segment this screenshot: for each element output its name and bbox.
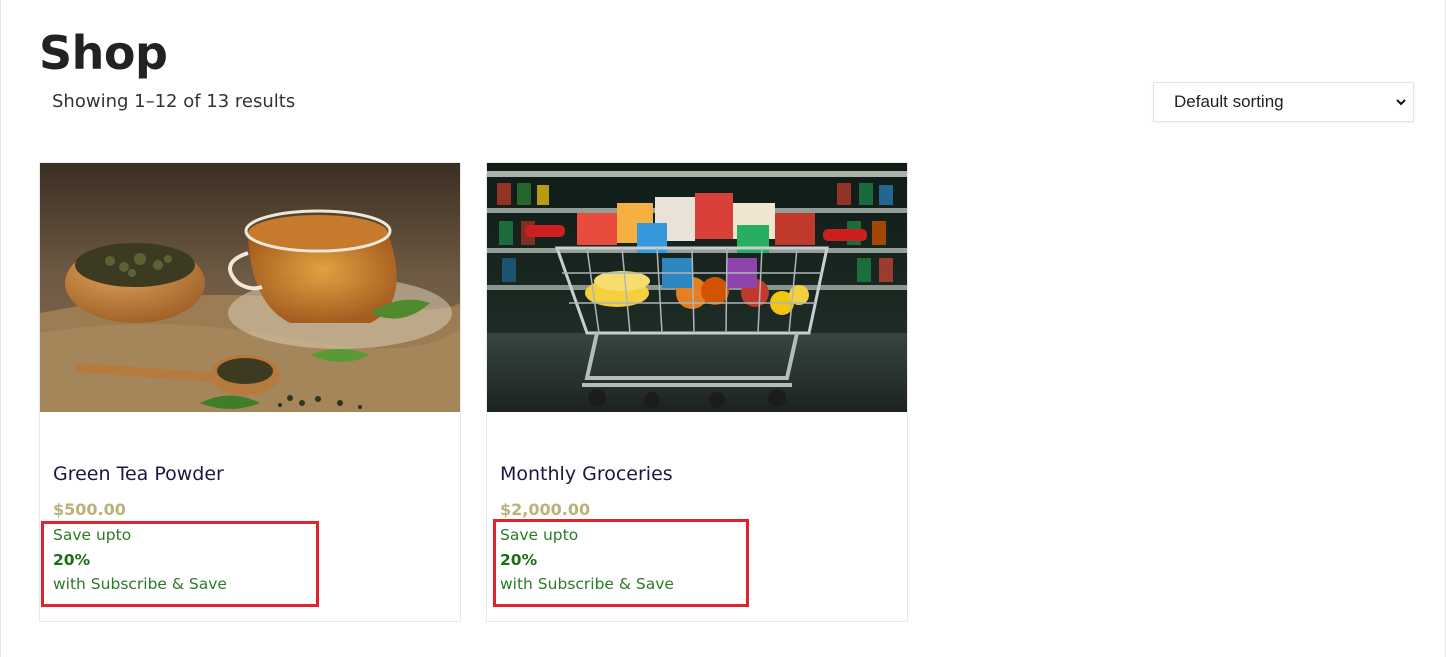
page-title: Shop	[39, 26, 168, 80]
product-price: $2,000.00	[500, 500, 591, 519]
promo-highlight-box	[493, 519, 749, 607]
chevron-down-icon	[1396, 99, 1406, 106]
product-price: $500.00	[53, 500, 126, 519]
promo-highlight-box	[41, 521, 319, 607]
sort-dropdown[interactable]: Default sorting	[1153, 82, 1414, 122]
sort-dropdown-value: Default sorting	[1174, 92, 1284, 111]
page-left-border	[0, 0, 1, 657]
product-image-link[interactable]	[487, 163, 907, 412]
grocery-cart-photo	[487, 163, 907, 412]
product-image-link[interactable]	[40, 163, 460, 412]
result-count: Showing 1–12 of 13 results	[52, 91, 296, 112]
green-tea-photo	[40, 163, 460, 412]
product-title[interactable]: Green Tea Powder	[53, 461, 224, 487]
product-title[interactable]: Monthly Groceries	[500, 461, 673, 487]
